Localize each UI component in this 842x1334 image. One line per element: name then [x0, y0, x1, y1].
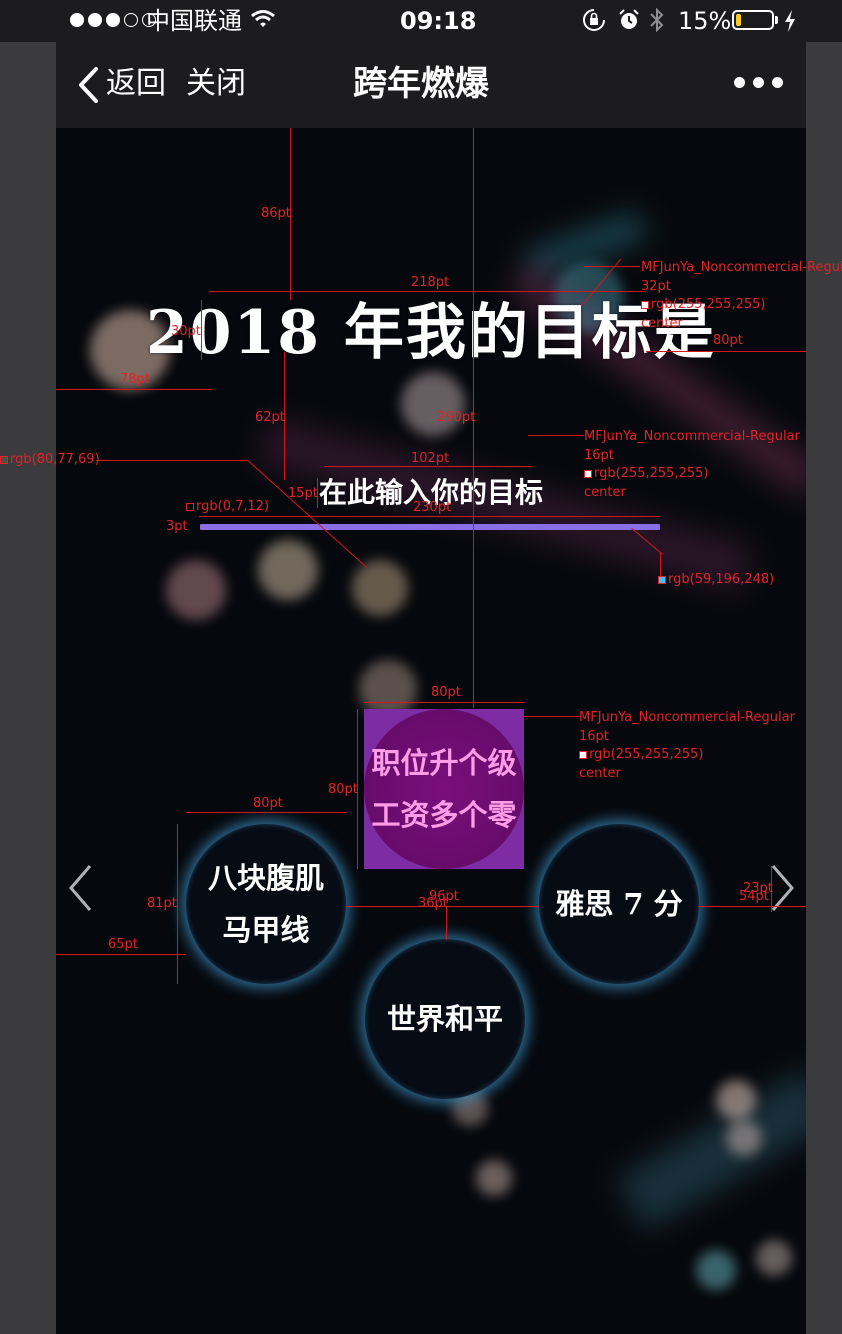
clock: 09:18 — [400, 7, 477, 35]
wifi-icon — [251, 10, 275, 27]
goal-option-abs[interactable]: 八块腹肌 马甲线 — [186, 824, 346, 984]
alarm-icon — [619, 9, 639, 29]
bg-bokeh — [258, 540, 318, 600]
bg-bokeh — [696, 1250, 736, 1290]
bg-bokeh — [166, 560, 226, 620]
battery-icon — [732, 10, 774, 30]
goal-label-line1: 雅思 7 分 — [555, 887, 683, 921]
signal-dots — [70, 13, 156, 27]
goal-label-line1: 职位升个级 — [371, 746, 517, 780]
goal-option-ielts[interactable]: 雅思 7 分 — [539, 824, 699, 984]
charging-icon — [785, 10, 795, 32]
main-content — [56, 0, 806, 1334]
bluetooth-icon — [650, 7, 664, 33]
bg-bokeh — [476, 1160, 512, 1196]
orientation-lock-icon — [583, 9, 605, 31]
chevron-left-icon[interactable] — [68, 864, 92, 912]
goal-label-line2: 工资多个零 — [371, 798, 517, 832]
goal-label-line2: 马甲线 — [222, 913, 310, 947]
page-title: 跨年燃爆 — [353, 64, 489, 104]
carrier-label: 中国联通 — [146, 7, 242, 35]
goal-option-world-peace[interactable]: 世界和平 — [365, 939, 525, 1099]
more-icon[interactable] — [734, 77, 783, 88]
goal-input-prompt[interactable]: 在此输入你的目标 — [56, 474, 806, 512]
status-bar: 中国联通 09:18 15% — [0, 0, 842, 42]
battery-tip — [775, 16, 778, 24]
battery-percent: 15% — [678, 7, 732, 35]
bg-bokeh — [756, 1240, 792, 1276]
bg-bokeh — [401, 372, 465, 436]
goal-label-line1: 八块腹肌 — [207, 861, 324, 895]
goal-title: 2018 年我的目标是 — [146, 298, 716, 368]
bg-light-streak — [615, 1069, 806, 1231]
goal-input-underline[interactable] — [200, 524, 660, 530]
chevron-right-icon[interactable] — [771, 864, 795, 912]
bg-bokeh — [716, 1080, 756, 1120]
goal-label-line1: 世界和平 — [386, 1002, 503, 1036]
goal-option-promotion[interactable]: 职位升个级 工资多个零 — [364, 709, 524, 869]
bg-bokeh — [726, 1120, 762, 1156]
bg-bokeh — [352, 560, 408, 616]
